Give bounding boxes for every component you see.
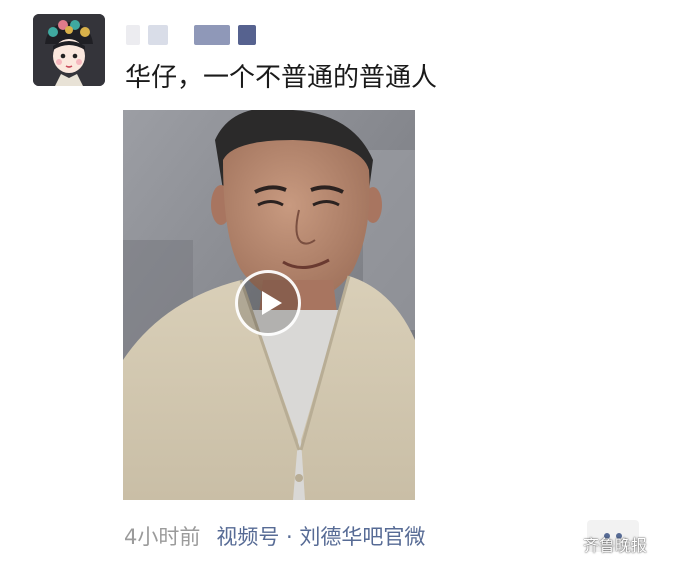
play-icon <box>262 291 282 315</box>
redaction-block <box>126 25 140 45</box>
wechat-icon <box>557 535 579 552</box>
post-footer: 4小时前 视频号 · 刘德华吧官微 <box>124 520 425 552</box>
moments-post: 华仔，一个不普通的普通人 4小时前 视频号 · 刘德华吧官微 齐鲁晚报 <box>0 0 677 575</box>
avatar[interactable] <box>33 14 105 86</box>
watermark-text: 齐鲁晚报 <box>583 536 648 555</box>
redaction-block <box>194 25 230 45</box>
play-button[interactable] <box>235 270 301 336</box>
redaction-block <box>238 25 256 45</box>
watermark: 齐鲁晚报 <box>557 533 647 555</box>
source-link[interactable]: 视频号 · 刘德华吧官微 <box>216 521 425 551</box>
redaction-block <box>148 25 168 45</box>
post-text: 华仔，一个不普通的普通人 <box>125 63 438 93</box>
post-timestamp: 4小时前 <box>124 525 201 549</box>
avatar-illustration <box>33 14 105 86</box>
username-redacted[interactable] <box>126 24 256 46</box>
redaction-block <box>176 25 186 45</box>
video-thumbnail[interactable] <box>123 110 415 500</box>
